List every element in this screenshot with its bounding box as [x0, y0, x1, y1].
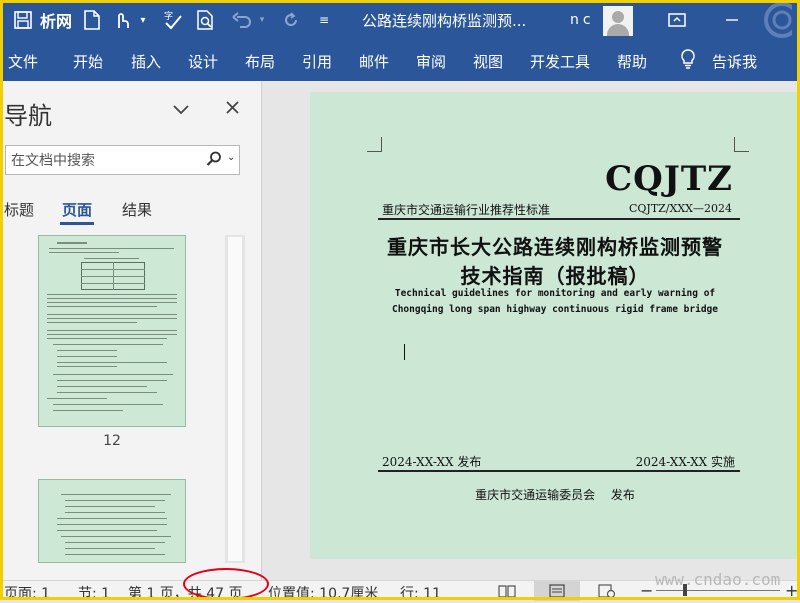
new-doc-icon[interactable]: [80, 0, 104, 40]
document-page[interactable]: CQJTZ 重庆市交通运输行业推荐性标准 CQJTZ/XXX—2024 重庆市长…: [310, 92, 800, 559]
standard-code: CQJTZ/XXX—2024: [628, 202, 732, 215]
zoom-in-icon[interactable]: +: [785, 581, 798, 600]
avatar[interactable]: [603, 6, 633, 36]
tell-me-box[interactable]: 告诉我: [712, 51, 757, 72]
customize-icon[interactable]: ≡: [316, 0, 332, 40]
tab-headings[interactable]: 标题: [4, 199, 34, 220]
tab-review[interactable]: 审阅: [416, 51, 446, 72]
page-thumbnail-12[interactable]: [38, 235, 186, 427]
site-logo-text: 析网: [39, 12, 72, 31]
chevron-down-icon[interactable]: ▾: [256, 0, 268, 40]
issuer: 重庆市交通运输委员会 发布: [475, 488, 635, 502]
undo-icon[interactable]: [230, 0, 254, 40]
status-section[interactable]: 节: 1: [78, 583, 110, 603]
save-icon[interactable]: [10, 0, 36, 40]
tab-insert[interactable]: 插入: [131, 51, 161, 72]
tab-mailings[interactable]: 邮件: [359, 51, 389, 72]
print-layout-icon[interactable]: [534, 581, 580, 601]
watermark: www.cndao.com: [655, 570, 781, 589]
web-layout-icon[interactable]: [598, 584, 616, 602]
english-title-line2: Chongqing long span highway continuous r…: [391, 304, 718, 315]
implementation-date: 2024-XX-XX 实施: [635, 455, 735, 469]
tab-results[interactable]: 结果: [122, 199, 152, 220]
nav-pane-title: 导航: [4, 102, 52, 130]
tab-design[interactable]: 设计: [188, 51, 218, 72]
tab-home[interactable]: 开始: [73, 51, 103, 72]
doc-title-line1: 重庆市长大公路连续刚构桥监测预警: [387, 235, 723, 259]
ribbon-display-icon[interactable]: [664, 0, 690, 40]
nav-scrollbar[interactable]: [225, 235, 245, 563]
watermark-shape: [752, 0, 792, 40]
window-title: 公路连续刚构桥监测预...: [362, 12, 527, 30]
tab-file[interactable]: 文件: [8, 51, 38, 72]
search-doc-icon[interactable]: [194, 0, 218, 40]
tab-developer[interactable]: 开发工具: [530, 51, 590, 72]
status-page[interactable]: 页面: 1: [4, 583, 50, 603]
ribbon-tabs: 文件 开始 插入 设计 布局 引用 邮件 审阅 视图 开发工具 帮助 告诉我: [0, 40, 800, 81]
minimize-icon[interactable]: [720, 0, 744, 40]
search-box[interactable]: ⌄: [5, 145, 240, 175]
text-cursor: [404, 344, 405, 360]
search-icon[interactable]: [206, 151, 222, 171]
navigation-pane: 导航 ⌄ 标题 页面 结果: [0, 81, 262, 580]
active-tab-indicator: [60, 222, 94, 225]
tab-pages[interactable]: 页面: [62, 199, 92, 220]
standard-code-large: CQJTZ: [605, 159, 733, 199]
highlight-circle: [183, 568, 269, 600]
tab-references[interactable]: 引用: [302, 51, 332, 72]
spelling-icon[interactable]: 字: [160, 0, 186, 40]
close-icon[interactable]: [225, 100, 240, 119]
user-name[interactable]: nc: [570, 12, 595, 28]
title-bar: 析网 ▾ 字 ▾ ≡ 公路连续刚构桥监测预... nc: [0, 0, 800, 40]
doc-title-line2: 技术指南（报批稿）: [460, 264, 650, 288]
status-position[interactable]: 位置值: 10.7厘米: [268, 583, 378, 603]
zoom-slider[interactable]: [656, 590, 780, 591]
document-area: CQJTZ 重庆市交通运输行业推荐性标准 CQJTZ/XXX—2024 重庆市长…: [262, 81, 800, 580]
chevron-down-icon[interactable]: [172, 101, 190, 120]
tab-help[interactable]: 帮助: [617, 51, 647, 72]
footer-rule: [378, 470, 740, 472]
read-mode-icon[interactable]: [498, 584, 516, 602]
search-input[interactable]: [9, 150, 208, 172]
zoom-out-icon[interactable]: −: [640, 581, 653, 600]
thumbnail-page-number: 12: [103, 433, 121, 449]
touch-mode-icon[interactable]: [110, 0, 134, 40]
status-line[interactable]: 行: 11: [400, 583, 441, 603]
standard-category: 重庆市交通运输行业推荐性标准: [382, 203, 551, 217]
tab-layout[interactable]: 布局: [245, 51, 275, 72]
english-title-line1: Technical guidelines for monitoring and …: [394, 288, 716, 299]
chevron-down-icon[interactable]: ▾: [136, 0, 150, 40]
issue-date: 2024-XX-XX 发布: [382, 455, 482, 469]
lightbulb-icon[interactable]: [680, 49, 696, 73]
tab-view[interactable]: 视图: [473, 51, 503, 72]
crop-mark: [734, 137, 749, 152]
svg-text:字: 字: [164, 10, 173, 22]
redo-icon[interactable]: [280, 0, 302, 40]
crop-mark: [367, 137, 382, 152]
chevron-down-icon[interactable]: ⌄: [227, 152, 235, 163]
page-thumbnail-13[interactable]: [38, 479, 186, 563]
header-rule: [378, 218, 740, 220]
